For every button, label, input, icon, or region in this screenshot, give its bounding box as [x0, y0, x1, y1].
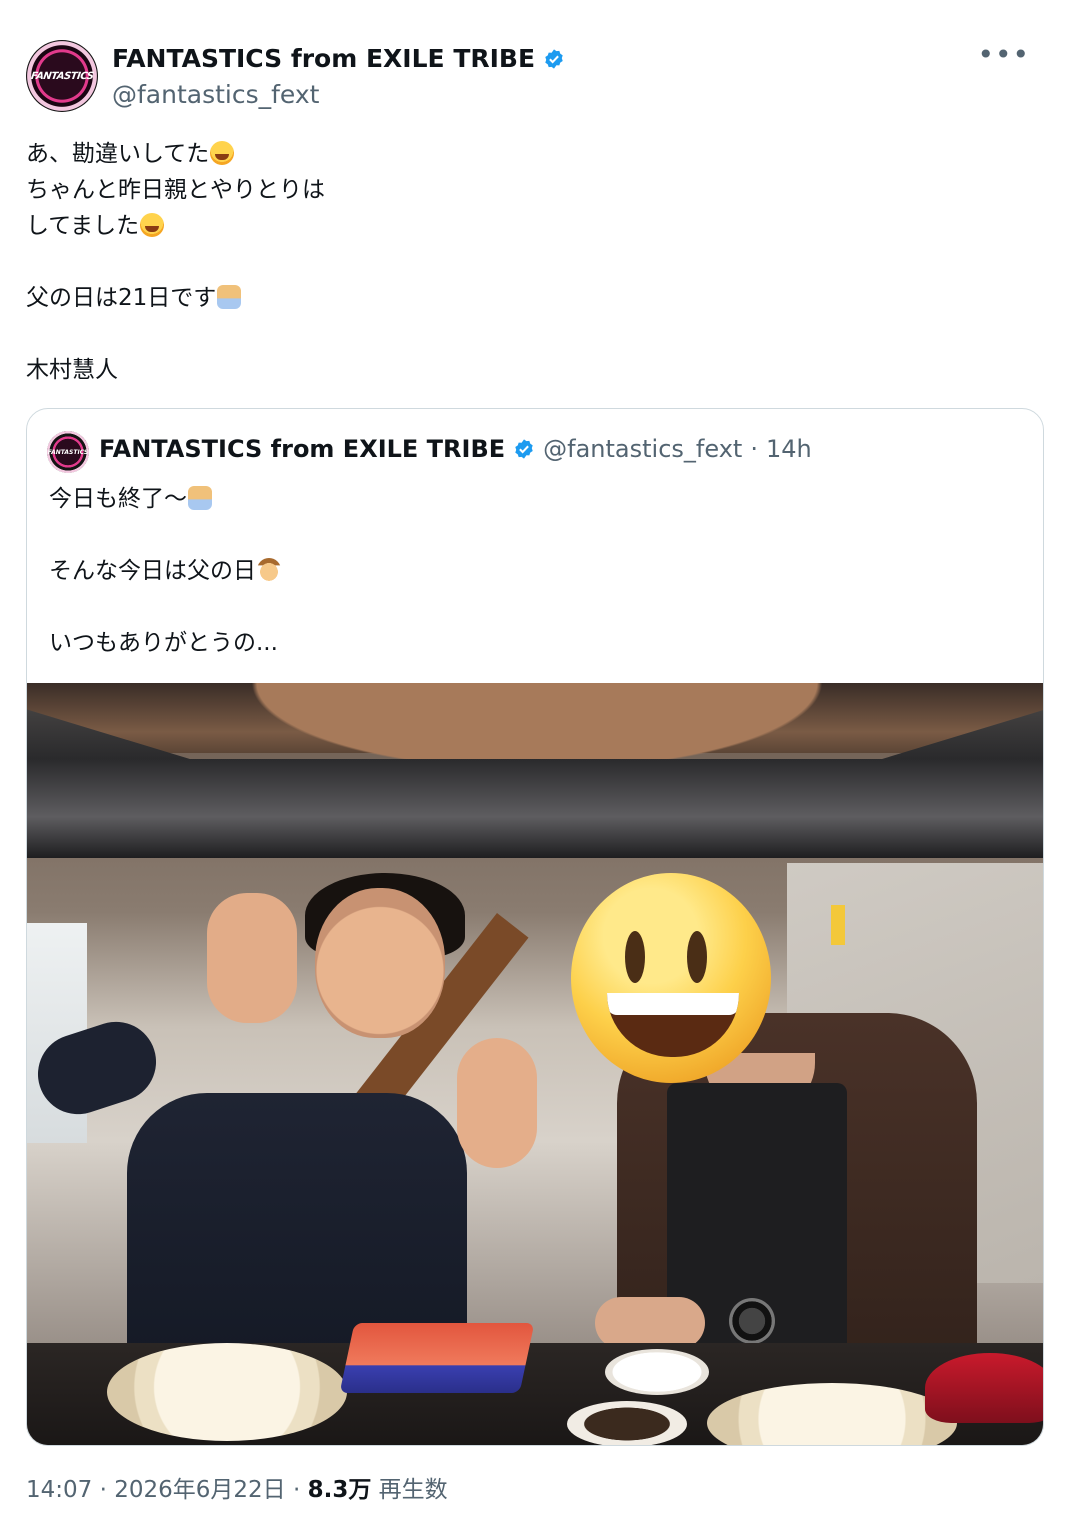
- tweet-signature: 木村慧人: [26, 357, 118, 383]
- photo-plate: [107, 1343, 347, 1441]
- smiley-eye: [687, 931, 707, 983]
- photo-wristwatch: [729, 1298, 775, 1344]
- view-count: 8.3万: [307, 1477, 372, 1503]
- quote-author-name: FANTASTICS from EXILE TRIBE: [99, 435, 506, 463]
- man-emoji-icon: [257, 558, 281, 582]
- tears-of-joy-emoji-icon: [140, 213, 165, 237]
- photo-person2-hands: [595, 1297, 705, 1349]
- photo-person1-jacket: [127, 1093, 467, 1353]
- meta-separator: ·: [292, 1477, 301, 1503]
- quote-text: 今日も終了〜 そんな今日は父の日 いつもありがとうの...: [49, 481, 1009, 661]
- tweet-text: あ、勘違いしてた ちゃんと昨日親とやりとりは してました 父の日は21日です 木…: [26, 136, 1036, 388]
- tweet-line: ちゃんと昨日親とやりとりは: [26, 177, 325, 203]
- quote-line: そんな今日は父の日: [49, 558, 256, 584]
- verified-badge-icon: [545, 48, 563, 69]
- quote-line: 今日も終了〜: [49, 486, 187, 512]
- photo-person1-face: [315, 888, 445, 1038]
- photo-peace-sign-hand: [457, 1038, 537, 1168]
- quote-author-handle: @fantastics_fext: [543, 435, 743, 463]
- smiley-teeth: [607, 993, 739, 1015]
- tweet-meta: 14:07 · 2026年6月22日 · 8.3万 再生数: [26, 1470, 448, 1504]
- more-horizontal-icon[interactable]: •••: [977, 38, 1030, 71]
- tweet-date[interactable]: 2026年6月22日: [114, 1477, 285, 1503]
- tweet-line: あ、勘違いしてた: [26, 141, 210, 167]
- quote-time: 14h: [765, 435, 812, 463]
- photo-red-bowl: [925, 1353, 1043, 1423]
- quoted-tweet-card[interactable]: FANTASTICS FANTASTICS from EXILE TRIBE @…: [26, 408, 1044, 1446]
- author-avatar[interactable]: FANTASTICS: [26, 40, 98, 112]
- tweet-time[interactable]: 14:07: [26, 1477, 92, 1503]
- tweet-line: 父の日は21日です: [26, 285, 217, 311]
- author-handle[interactable]: @fantastics_fext: [112, 80, 319, 109]
- author-name-row[interactable]: FANTASTICS from EXILE TRIBE: [112, 44, 565, 73]
- tweet-line: してました: [26, 213, 140, 239]
- quote-line: いつもありがとうの...: [49, 630, 278, 656]
- photo-table-sign: [831, 905, 845, 945]
- photo-sashimi-platter: [339, 1323, 535, 1393]
- view-count-label: 再生数: [378, 1477, 448, 1503]
- avatar-logo-text: FANTASTICS: [47, 448, 89, 456]
- meta-separator: ·: [99, 1477, 107, 1503]
- photo-soup-bowl: [567, 1401, 687, 1445]
- tears-of-joy-emoji-icon: [210, 141, 235, 165]
- person-raising-hand-emoji-icon: [188, 486, 212, 510]
- photo-peace-sign-hand: [207, 893, 297, 1023]
- verified-badge-icon: [515, 439, 533, 459]
- quote-separator: ·: [750, 435, 758, 463]
- smiley-eye: [625, 931, 645, 983]
- quote-author-avatar[interactable]: FANTASTICS: [47, 431, 89, 473]
- quote-photo[interactable]: [27, 683, 1043, 1445]
- person-raising-hand-emoji-icon: [217, 285, 242, 309]
- photo-bowl: [605, 1349, 709, 1395]
- avatar-logo-text: FANTASTICS: [30, 70, 94, 82]
- quote-header: FANTASTICS from EXILE TRIBE @fantastics_…: [99, 435, 812, 463]
- author-name[interactable]: FANTASTICS from EXILE TRIBE: [112, 44, 535, 73]
